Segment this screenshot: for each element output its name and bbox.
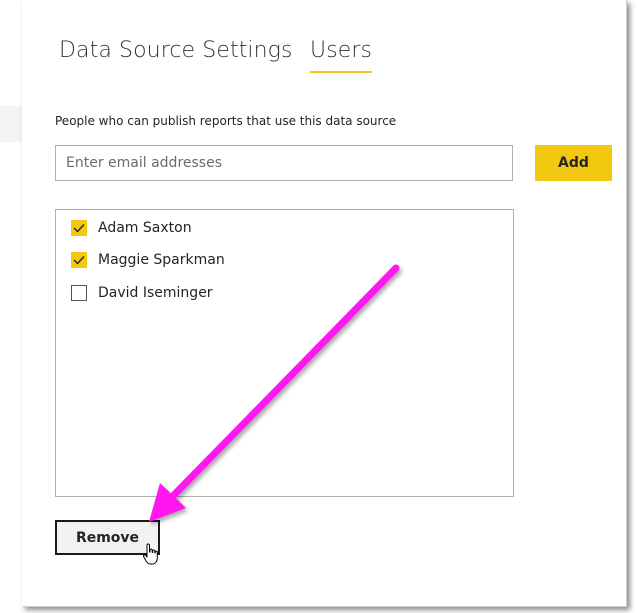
user-row-adam-saxton[interactable]: Adam Saxton <box>71 218 192 238</box>
user-row-maggie-sparkman[interactable]: Maggie Sparkman <box>71 250 225 270</box>
screenshot-stage: Data Source Settings Users People who ca… <box>0 0 637 613</box>
email-address-input[interactable] <box>55 145 513 181</box>
user-row-david-iseminger[interactable]: David Iseminger <box>71 283 213 303</box>
add-user-button[interactable]: Add <box>535 145 612 181</box>
user-checkbox[interactable] <box>71 285 87 301</box>
user-list: Adam Saxton Maggie Sparkman David Isemin… <box>55 209 514 497</box>
remove-user-button[interactable]: Remove <box>55 520 160 555</box>
check-icon <box>73 256 85 265</box>
user-name: Adam Saxton <box>98 220 192 236</box>
tab-users[interactable]: Users <box>310 38 373 73</box>
publish-users-description: People who can publish reports that use … <box>55 114 397 128</box>
user-name: David Iseminger <box>98 285 213 301</box>
tab-data-source-settings[interactable]: Data Source Settings <box>59 38 293 63</box>
background-parent-highlight <box>0 106 22 142</box>
user-name: Maggie Sparkman <box>98 252 225 268</box>
user-checkbox[interactable] <box>71 252 87 268</box>
user-checkbox[interactable] <box>71 220 87 236</box>
background-parent-window <box>0 0 22 613</box>
check-icon <box>73 224 85 233</box>
manage-data-source-panel: Data Source Settings Users People who ca… <box>22 0 627 607</box>
